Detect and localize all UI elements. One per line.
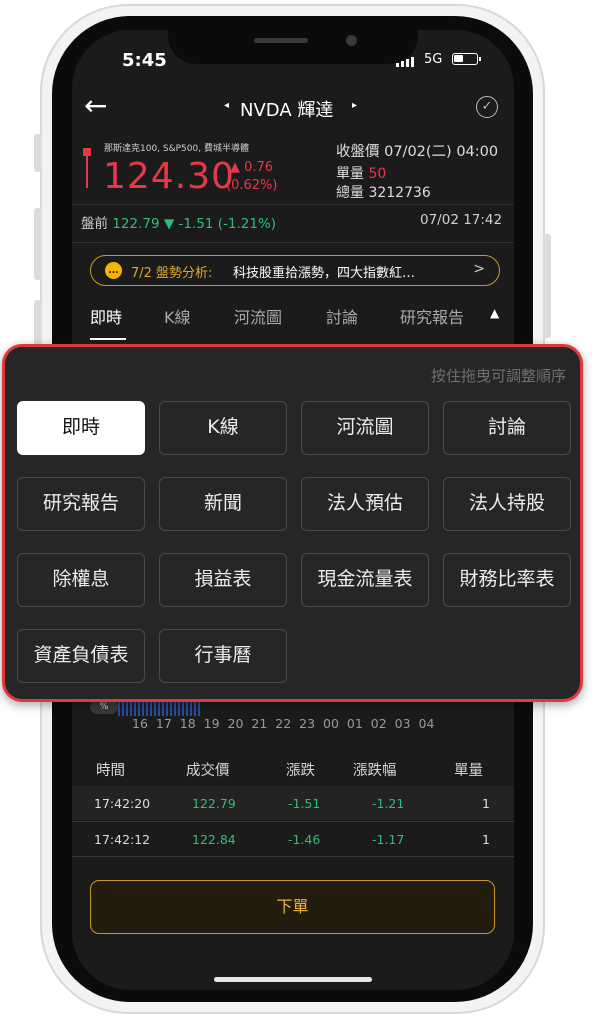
table-row: 17:42:20 122.79 -1.51 -1.21 1 <box>72 786 514 820</box>
price-change: ▲ 0.76 <box>230 160 274 175</box>
divider <box>72 242 514 243</box>
tab-research-report[interactable]: 研究報告 <box>400 304 464 328</box>
place-order-button[interactable]: 下單 <box>90 880 495 934</box>
unit-volume-value: 50 <box>368 166 387 182</box>
col-header-change-pct: 漲跌幅 <box>353 763 397 779</box>
phone-notch <box>168 18 418 64</box>
reorder-item-dividends[interactable]: 除權息 <box>17 553 145 607</box>
current-price: 124.30 <box>103 156 235 197</box>
col-header-time: 時間 <box>96 763 125 779</box>
premarket-price: 122.79 <box>112 216 160 232</box>
tab-reorder-panel: 按住拖曳可調整順序 即時 K線 河流圖 討論 研究報告 新聞 法人預估 法人持股… <box>2 344 583 702</box>
trade-volume: 1 <box>482 796 490 811</box>
reorder-item-realtime[interactable]: 即時 <box>17 401 145 455</box>
premarket-row: 盤前 122.79 ▼ -1.51 (-1.21%) <box>81 212 276 232</box>
back-arrow-icon[interactable]: ← <box>84 92 107 120</box>
reorder-item-institutional-estimate[interactable]: 法人預估 <box>301 477 429 531</box>
phone-power-button <box>543 234 551 338</box>
table-row: 17:42:12 122.84 -1.46 -1.17 1 <box>72 822 514 856</box>
reorder-item-institutional-holdings[interactable]: 法人持股 <box>443 477 571 531</box>
divider <box>72 204 514 205</box>
total-volume: 總量 3212736 <box>336 185 431 201</box>
prev-stock-icon[interactable]: ◂ <box>224 100 229 111</box>
trade-change: -1.46 <box>288 832 321 847</box>
speech-bubble-icon: … <box>105 262 122 279</box>
chart-time-axis: 16 17 18 19 20 21 22 23 00 01 02 03 04 <box>132 716 435 731</box>
analysis-date: 7/2 盤勢分析: <box>131 266 213 281</box>
trade-time: 17:42:20 <box>94 796 151 811</box>
tab-realtime[interactable]: 即時 <box>90 304 122 328</box>
premarket-change-pct: (-1.21%) <box>217 216 277 232</box>
price-change-pct: (0.62%) <box>226 178 278 193</box>
reorder-item-kline[interactable]: K線 <box>159 401 287 455</box>
trade-change: -1.51 <box>288 796 321 811</box>
reorder-item-discussion[interactable]: 討論 <box>443 401 571 455</box>
market-analysis-banner[interactable]: … 7/2 盤勢分析: 科技股重拾漲勢，四大指數紅… > <box>90 255 500 286</box>
collapse-tabs-icon[interactable]: ▲ <box>490 306 499 320</box>
reorder-item-news[interactable]: 新聞 <box>159 477 287 531</box>
next-stock-icon[interactable]: ▸ <box>352 100 357 111</box>
chart-percent-marker: % <box>90 700 118 714</box>
check-circle-icon[interactable]: ✓ <box>476 96 498 118</box>
notch-camera <box>346 35 357 46</box>
premarket-label: 盤前 <box>81 216 108 232</box>
reorder-hint: 按住拖曳可調整順序 <box>430 367 566 385</box>
trade-price: 122.79 <box>192 796 236 811</box>
reorder-item-cash-flow[interactable]: 現金流量表 <box>301 553 429 607</box>
tab-discussion[interactable]: 討論 <box>326 304 358 328</box>
reorder-item-income-statement[interactable]: 損益表 <box>159 553 287 607</box>
status-time: 5:45 <box>122 50 167 71</box>
analysis-text: 科技股重拾漲勢，四大指數紅… <box>233 266 416 281</box>
trade-time: 17:42:12 <box>94 832 151 847</box>
stock-title: NVDA 輝達 <box>240 100 334 121</box>
col-header-change: 漲跌 <box>286 763 315 779</box>
unit-volume: 單量 50 <box>336 163 386 183</box>
notch-speaker <box>254 38 308 43</box>
reorder-item-river-chart[interactable]: 河流圖 <box>301 401 429 455</box>
col-header-unit-volume: 單量 <box>454 763 483 779</box>
close-price-label: 收盤價 07/02(二) 04:00 <box>336 144 499 160</box>
reorder-item-research-report[interactable]: 研究報告 <box>17 477 145 531</box>
pin-icon <box>83 148 91 188</box>
row-divider <box>72 856 514 857</box>
trade-change-pct: -1.21 <box>372 796 405 811</box>
phone-side-button <box>34 134 42 172</box>
battery-icon <box>452 53 481 65</box>
trade-volume: 1 <box>482 832 490 847</box>
reorder-item-calendar[interactable]: 行事曆 <box>159 629 287 683</box>
trade-price: 122.84 <box>192 832 236 847</box>
tab-river-chart[interactable]: 河流圖 <box>234 304 282 328</box>
signal-icon <box>396 57 414 67</box>
chevron-right-icon: > <box>473 261 485 277</box>
premarket-change: ▼ -1.51 <box>163 216 214 232</box>
network-label: 5G <box>424 52 443 67</box>
unit-volume-label: 單量 <box>336 166 364 182</box>
reorder-item-balance-sheet[interactable]: 資產負債表 <box>17 629 145 683</box>
premarket-time: 07/02 17:42 <box>420 212 503 228</box>
phone-volume-up-button <box>34 208 42 280</box>
trade-change-pct: -1.17 <box>372 832 405 847</box>
index-tags: 那斯達克100, S&P500, 費城半導體 <box>104 144 249 154</box>
active-tab-indicator <box>90 338 126 340</box>
reorder-item-financial-ratios[interactable]: 財務比率表 <box>443 553 571 607</box>
home-indicator[interactable] <box>214 977 372 982</box>
col-header-price: 成交價 <box>186 763 230 779</box>
tab-kline[interactable]: K線 <box>164 304 191 328</box>
